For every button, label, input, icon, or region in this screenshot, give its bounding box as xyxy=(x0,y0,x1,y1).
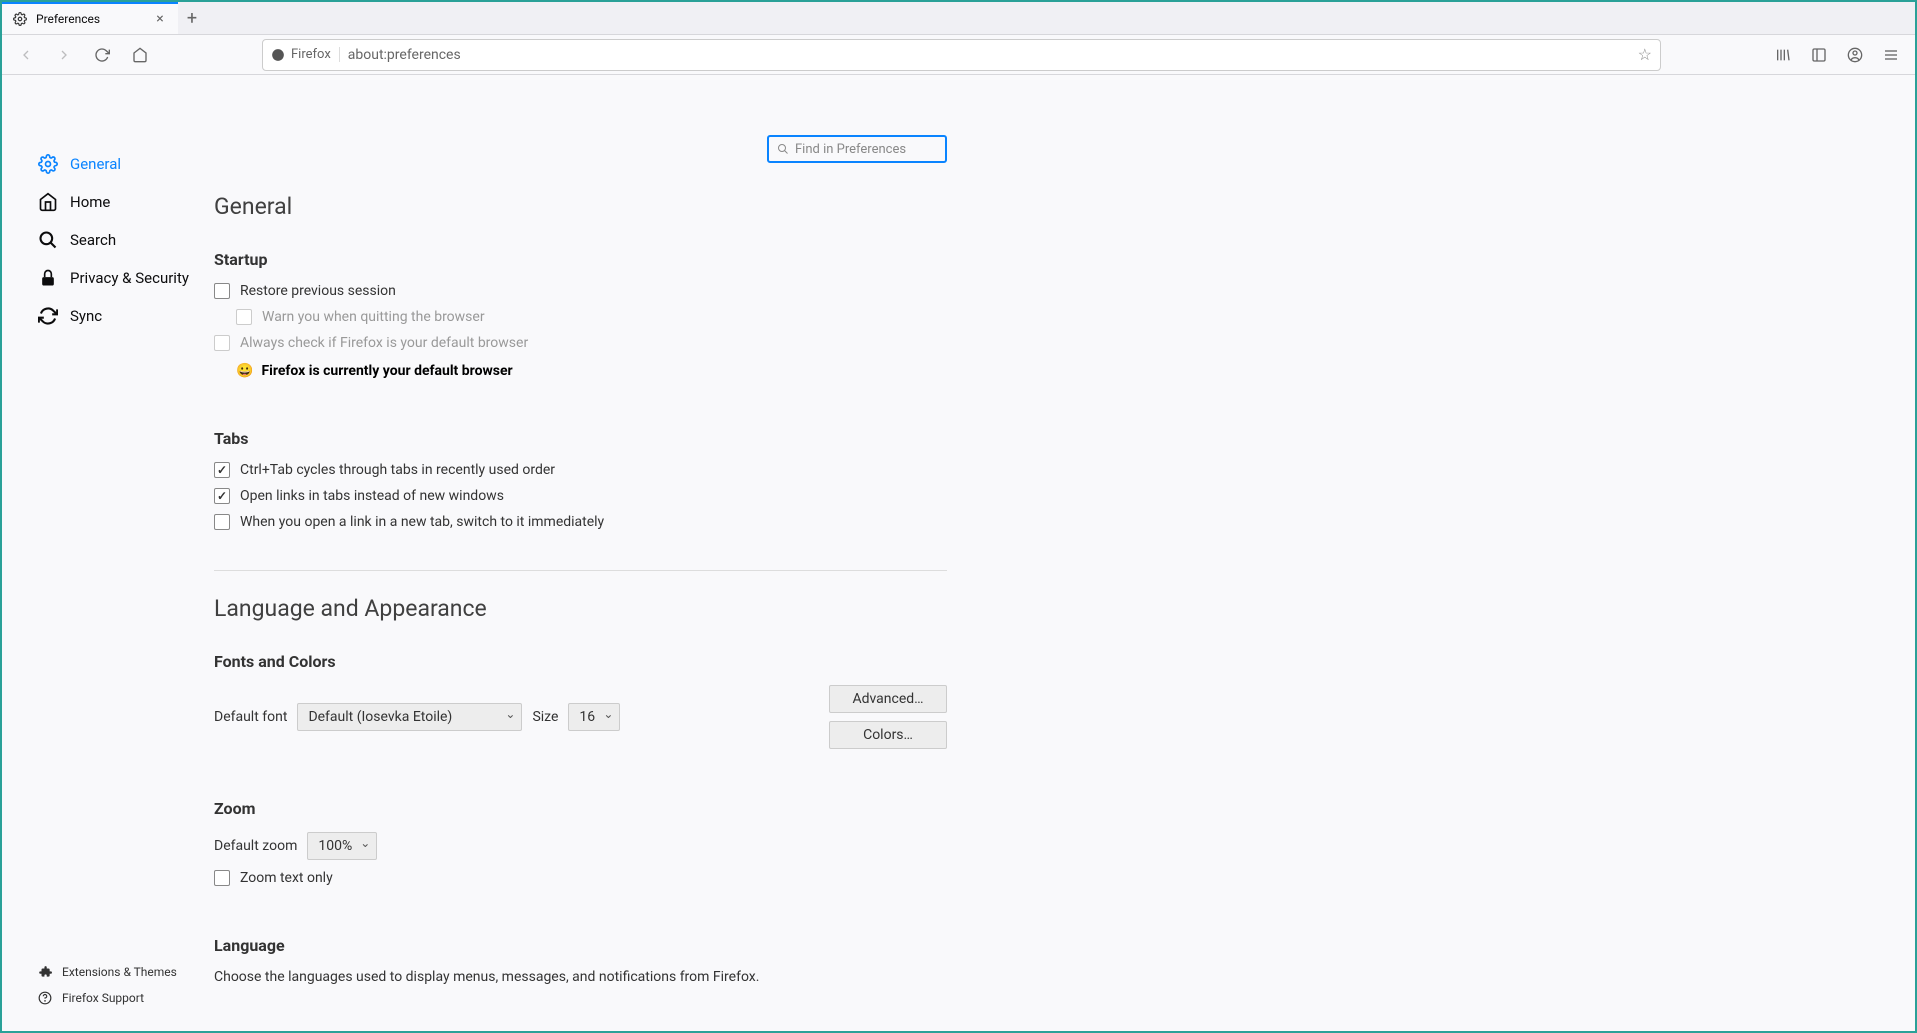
reload-button[interactable] xyxy=(86,39,118,71)
default-font-select[interactable]: Default (Iosevka Etoile) xyxy=(297,703,522,731)
heading-general: General xyxy=(214,193,947,220)
language-desc: Choose the languages used to display men… xyxy=(214,969,947,985)
search-icon xyxy=(777,143,789,155)
checkbox xyxy=(236,309,252,325)
browser-tab[interactable]: Preferences × xyxy=(2,2,178,34)
sidebar-item-label: Privacy & Security xyxy=(70,269,189,287)
sidebar-support[interactable]: Firefox Support xyxy=(2,985,214,1011)
sidebar-item-label: Sync xyxy=(70,307,102,325)
colors-button[interactable]: Colors… xyxy=(829,721,947,749)
toolbar: Firefox about:preferences ☆ xyxy=(2,35,1915,75)
row-open-links[interactable]: Open links in tabs instead of new window… xyxy=(214,488,947,504)
heading-tabs: Tabs xyxy=(214,429,947,448)
default-font-label: Default font xyxy=(214,709,287,725)
new-tab-button[interactable]: + xyxy=(178,4,206,32)
sidebar-item-label: General xyxy=(70,155,121,173)
heading-zoom: Zoom xyxy=(214,799,947,818)
default-browser-msg: 😀 Firefox is currently your default brow… xyxy=(236,363,947,379)
default-browser-text: Firefox is currently your default browse… xyxy=(261,363,512,379)
checkbox-label: Always check if Firefox is your default … xyxy=(240,335,528,351)
font-size-select[interactable]: 16 xyxy=(568,703,620,731)
search-icon xyxy=(38,230,58,250)
checkbox-label: Zoom text only xyxy=(240,870,333,886)
sidebar-item-search[interactable]: Search xyxy=(2,221,214,259)
checkbox-label: Open links in tabs instead of new window… xyxy=(240,488,504,504)
row-check-default: Always check if Firefox is your default … xyxy=(214,335,947,351)
library-button[interactable] xyxy=(1767,39,1799,71)
checkbox-label: Warn you when quitting the browser xyxy=(262,309,485,325)
sidebar-toggle-button[interactable] xyxy=(1803,39,1835,71)
help-icon xyxy=(38,991,52,1005)
size-label: Size xyxy=(532,709,558,725)
account-button[interactable] xyxy=(1839,39,1871,71)
row-restore-session[interactable]: Restore previous session xyxy=(214,283,947,299)
row-zoom-text-only[interactable]: Zoom text only xyxy=(214,870,947,886)
select-value: 100% xyxy=(318,838,352,854)
row-switch-immediate[interactable]: When you open a link in a new tab, switc… xyxy=(214,514,947,530)
checkbox-checked[interactable] xyxy=(214,488,230,504)
smile-icon: 😀 xyxy=(236,363,253,379)
checkbox[interactable] xyxy=(214,514,230,530)
default-zoom-select[interactable]: 100% xyxy=(307,832,377,860)
gear-icon xyxy=(12,11,28,27)
bookmark-star-icon[interactable]: ☆ xyxy=(1638,45,1652,64)
sidebar: General Home Search Privacy & Security S… xyxy=(2,75,214,1031)
search-input[interactable]: Find in Preferences xyxy=(767,135,947,163)
sync-icon xyxy=(38,306,58,326)
sidebar-extensions[interactable]: Extensions & Themes xyxy=(2,959,214,985)
heading-language: Language xyxy=(214,936,947,955)
checkbox-label: Ctrl+Tab cycles through tabs in recently… xyxy=(240,462,555,478)
default-zoom-label: Default zoom xyxy=(214,838,297,854)
row-warn-quit: Warn you when quitting the browser xyxy=(236,309,947,325)
gear-icon xyxy=(38,154,58,174)
advanced-button[interactable]: Advanced… xyxy=(829,685,947,713)
checkbox[interactable] xyxy=(214,870,230,886)
back-button[interactable] xyxy=(10,39,42,71)
divider xyxy=(214,570,947,571)
sidebar-item-general[interactable]: General xyxy=(2,145,214,183)
checkbox-checked[interactable] xyxy=(214,462,230,478)
url-identity-label: Firefox xyxy=(291,47,331,62)
sidebar-item-home[interactable]: Home xyxy=(2,183,214,221)
heading-startup: Startup xyxy=(214,250,947,269)
lock-icon xyxy=(38,268,58,288)
sidebar-bottom-label: Extensions & Themes xyxy=(62,965,177,979)
tab-title: Preferences xyxy=(36,12,144,26)
sidebar-item-privacy[interactable]: Privacy & Security xyxy=(2,259,214,297)
checkbox xyxy=(214,335,230,351)
select-value: 16 xyxy=(579,709,595,725)
home-icon xyxy=(38,192,58,212)
sidebar-item-sync[interactable]: Sync xyxy=(2,297,214,335)
forward-button[interactable] xyxy=(48,39,80,71)
row-ctrl-tab[interactable]: Ctrl+Tab cycles through tabs in recently… xyxy=(214,462,947,478)
heading-fonts: Fonts and Colors xyxy=(214,652,947,671)
search-placeholder: Find in Preferences xyxy=(795,142,906,157)
puzzle-icon xyxy=(38,965,52,979)
home-button[interactable] xyxy=(124,39,156,71)
url-identity: Firefox xyxy=(271,47,340,62)
close-icon[interactable]: × xyxy=(152,11,168,27)
main-content[interactable]: Find in Preferences General Startup Rest… xyxy=(214,75,1915,1031)
checkbox-label: When you open a link in a new tab, switc… xyxy=(240,514,604,530)
select-value: Default (Iosevka Etoile) xyxy=(308,709,452,725)
sidebar-bottom-label: Firefox Support xyxy=(62,991,144,1005)
checkbox[interactable] xyxy=(214,283,230,299)
url-bar[interactable]: Firefox about:preferences ☆ xyxy=(262,39,1661,71)
heading-lang-appearance: Language and Appearance xyxy=(214,595,947,622)
sidebar-item-label: Search xyxy=(70,231,116,249)
menu-button[interactable] xyxy=(1875,39,1907,71)
tab-bar: Preferences × + xyxy=(2,2,1915,35)
sidebar-item-label: Home xyxy=(70,193,110,211)
checkbox-label: Restore previous session xyxy=(240,283,396,299)
url-text: about:preferences xyxy=(348,47,1630,63)
